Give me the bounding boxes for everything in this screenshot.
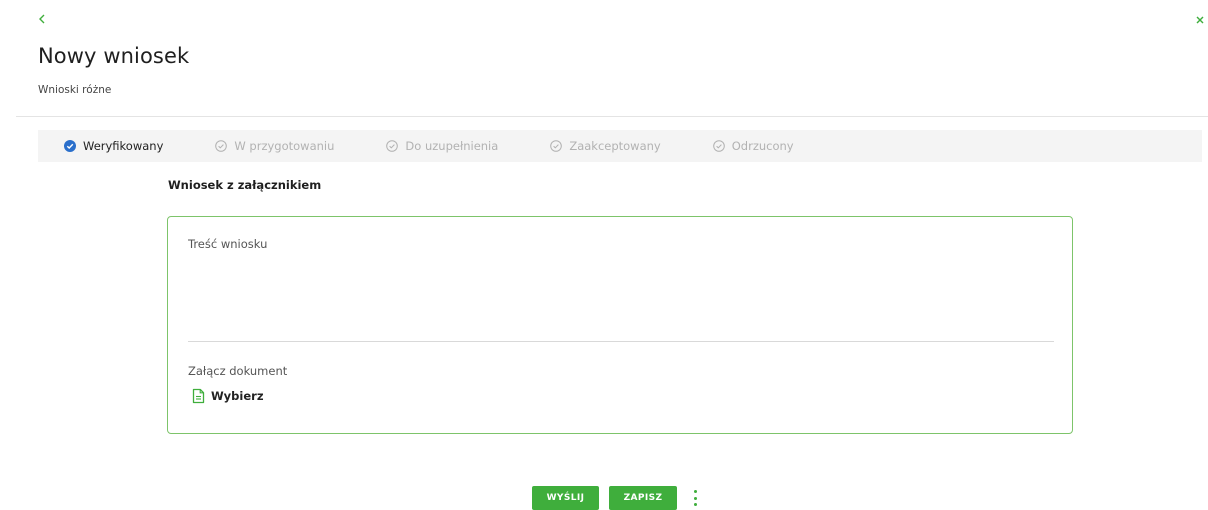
status-step-label: Do uzupełnienia — [405, 139, 499, 153]
check-circle-outline-icon — [712, 140, 725, 152]
field-underline — [188, 341, 1054, 342]
section-title: Wniosek z załącznikiem — [168, 178, 322, 192]
page-subtitle: Wnioski różne — [38, 84, 112, 96]
check-circle-outline-icon — [386, 140, 399, 152]
choose-file-label: Wybierz — [211, 389, 264, 403]
check-circle-outline-icon — [550, 140, 563, 152]
more-vertical-icon-dot — [693, 496, 697, 500]
more-options-button[interactable] — [692, 490, 698, 506]
close-button[interactable] — [1195, 12, 1208, 28]
choose-file-button[interactable]: Wybierz — [192, 388, 264, 404]
request-content-field[interactable] — [188, 237, 1054, 337]
request-form-card: Załącz dokument Wybierz — [167, 216, 1073, 434]
more-vertical-icon-dot — [693, 503, 697, 506]
status-step-odrzucony: Odrzucony — [712, 139, 794, 153]
status-step-label: Zaakceptowany — [569, 139, 661, 153]
back-button[interactable] — [36, 10, 50, 28]
attach-document-label: Załącz dokument — [188, 364, 288, 378]
status-step-weryfikowany: Weryfikowany — [64, 139, 163, 153]
close-icon — [1196, 16, 1204, 24]
save-button[interactable]: ZAPISZ — [609, 486, 677, 510]
more-vertical-icon — [693, 490, 697, 493]
status-step-do-uzupelnienia: Do uzupełnienia — [386, 139, 498, 153]
page-title: Nowy wniosek — [38, 44, 190, 68]
document-icon — [192, 388, 205, 404]
check-circle-outline-icon — [215, 140, 228, 152]
status-step-label: Odrzucony — [731, 139, 794, 153]
status-progress-bar: Weryfikowany W przygotowaniu Do uzupełni… — [38, 130, 1202, 162]
send-button[interactable]: WYŚLIJ — [532, 486, 599, 510]
status-step-label: W przygotowaniu — [234, 139, 335, 153]
header-divider — [16, 116, 1208, 117]
status-step-zaakceptowany: Zaakceptowany — [550, 139, 661, 153]
status-step-w-przygotowaniu: W przygotowaniu — [215, 139, 334, 153]
chevron-left-icon — [39, 14, 45, 24]
check-circle-filled-icon — [64, 140, 76, 152]
status-step-label: Weryfikowany — [83, 139, 164, 153]
